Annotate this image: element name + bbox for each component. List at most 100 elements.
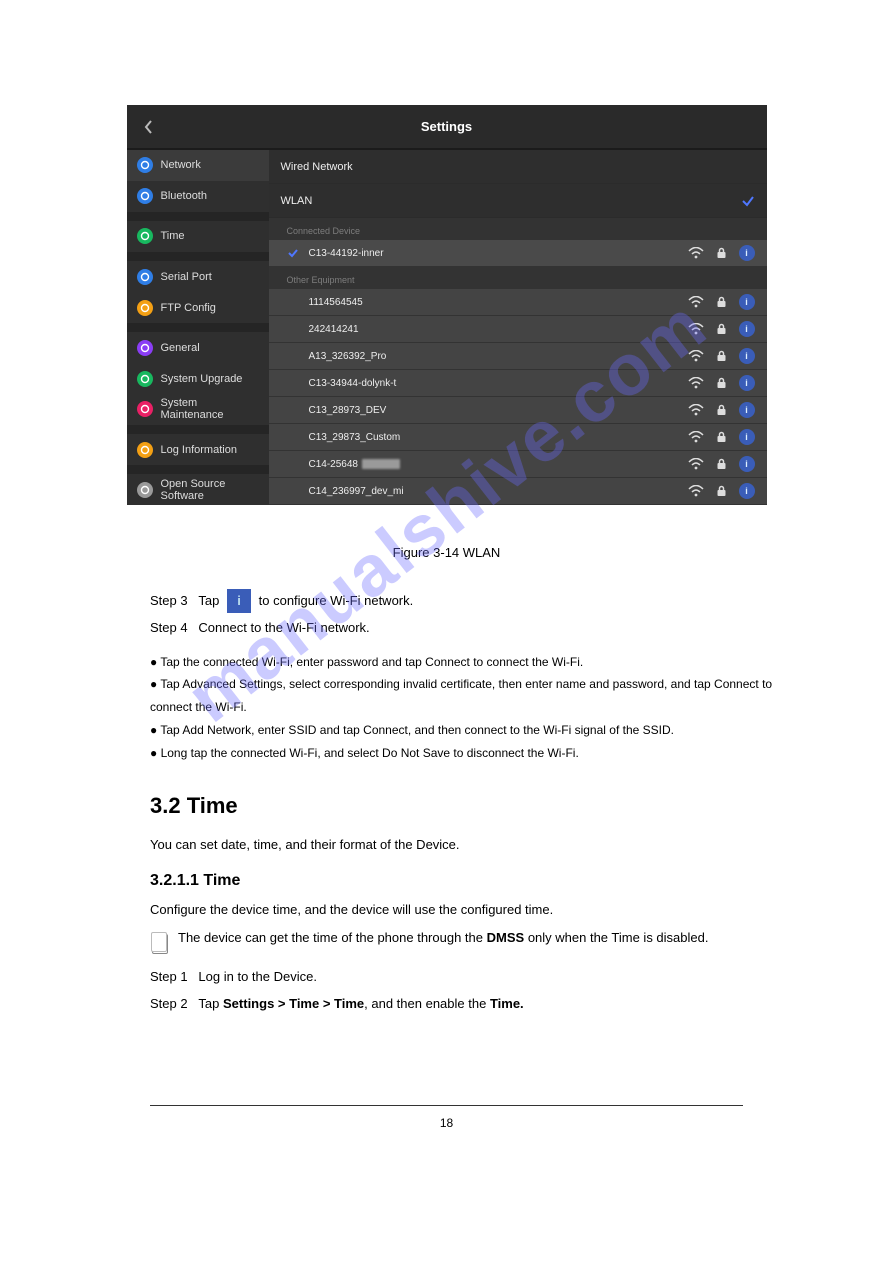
wifi-row-connected[interactable]: C13-44192-inner i	[269, 240, 767, 267]
sidebar-item-serial-port[interactable]: Serial Port	[127, 261, 269, 292]
wifi-icon	[688, 458, 704, 470]
wifi-status-icons: i	[688, 348, 755, 364]
sidebar-divider	[127, 323, 269, 332]
time-step-2-post: , and then enable the	[364, 996, 486, 1011]
shot-header: Settings	[127, 105, 767, 150]
chevron-left-icon	[144, 120, 154, 134]
wifi-status-icons: i	[688, 294, 755, 310]
wifi-name: 242414241	[309, 324, 680, 335]
wifi-info-icon[interactable]: i	[739, 245, 755, 261]
network-option-wlan[interactable]: WLAN	[269, 184, 767, 218]
bt-icon	[137, 188, 153, 204]
note-bold: DMSS	[487, 930, 525, 945]
sidebar-divider	[127, 252, 269, 261]
port-icon	[137, 269, 153, 285]
step-4-bullets: ● Tap the connected Wi-Fi, enter passwor…	[150, 651, 803, 765]
wifi-row[interactable]: C13_28973_DEVi	[269, 397, 767, 424]
sidebar-item-system-maintenance[interactable]: System Maintenance	[127, 394, 269, 425]
time-step-2-pre: Step 2 Tap	[150, 996, 219, 1011]
sidebar-divider	[127, 212, 269, 221]
step-3-post: to configure Wi-Fi network.	[259, 593, 414, 608]
wifi-info-icon[interactable]: i	[739, 456, 755, 472]
page-number: 18	[90, 1116, 803, 1130]
sidebar-item-open-source-software[interactable]: Open Source Software	[127, 474, 269, 505]
network-option-wired-network[interactable]: Wired Network	[269, 150, 767, 184]
note-bullet: ● Tap the connected Wi-Fi, enter passwor…	[150, 651, 803, 674]
note-bullet: ● Tap Add Network, enter SSID and tap Co…	[150, 719, 803, 742]
wifi-row[interactable]: 242414241 i	[269, 316, 767, 343]
oss-icon	[137, 482, 153, 498]
wifi-row[interactable]: C14-25648 i	[269, 451, 767, 478]
wifi-row[interactable]: 1114564545 i	[269, 289, 767, 316]
back-button[interactable]	[127, 105, 172, 149]
time-step-1: Step 1 Log in to the Device.	[150, 966, 803, 988]
wifi-info-icon[interactable]: i	[739, 321, 755, 337]
wifi-status-icons: i	[688, 321, 755, 337]
sidebar-item-time[interactable]: Time	[127, 221, 269, 252]
sidebar-divider	[127, 465, 269, 474]
lock-icon	[716, 404, 727, 416]
wifi-status-icons: i	[688, 456, 755, 472]
heading-time-sub: You can set date, time, and their format…	[150, 837, 803, 852]
note-text: The device can get the time of the phone…	[178, 930, 483, 945]
sidebar-item-general[interactable]: General	[127, 332, 269, 363]
wifi-row[interactable]: C13_29873_Custom i	[269, 424, 767, 451]
wifi-name: 1114564545	[309, 297, 680, 308]
sidebar-item-label: Serial Port	[161, 271, 212, 283]
wifi-info-icon[interactable]: i	[739, 402, 755, 418]
wifi-status-icons: i	[688, 483, 755, 499]
sidebar-item-ftp-config[interactable]: FTP Config	[127, 292, 269, 323]
figure-caption: Figure 3-14 WLAN	[90, 545, 803, 560]
wifi-name: C14-25648	[309, 459, 680, 470]
connected-section-label: Connected Device	[269, 218, 767, 240]
footer-rule	[150, 1105, 743, 1106]
step-3: Step 3 Tap i to configure Wi-Fi network.	[150, 590, 803, 613]
log-icon	[137, 442, 153, 458]
lock-icon	[716, 350, 727, 362]
sidebar-item-label: Network	[161, 159, 201, 171]
wifi-name: C13-34944-dolynk-t	[309, 378, 680, 389]
wifi-info-icon[interactable]: i	[739, 348, 755, 364]
sidebar-item-system-upgrade[interactable]: System Upgrade	[127, 363, 269, 394]
sidebar-divider	[127, 425, 269, 434]
wifi-row[interactable]: C14_236997_dev_mii	[269, 478, 767, 505]
wifi-icon	[688, 404, 704, 416]
check-icon	[741, 194, 755, 208]
wifi-row[interactable]: C13-34944-dolynk-t i	[269, 370, 767, 397]
sidebar-item-log-information[interactable]: Log Information	[127, 434, 269, 465]
sidebar-item-label: System Maintenance	[161, 397, 259, 421]
sidebar-item-network[interactable]: Network	[127, 150, 269, 181]
wifi-icon	[688, 247, 704, 259]
lock-icon	[716, 247, 727, 259]
lock-icon	[716, 323, 727, 335]
network-option-label: Wired Network	[281, 161, 353, 173]
note-icon	[150, 930, 170, 956]
sidebar-item-bluetooth[interactable]: Bluetooth	[127, 181, 269, 212]
sidebar-item-label: Time	[161, 230, 185, 242]
time-step-2-mid: Settings > Time > Time	[223, 996, 364, 1011]
sidebar-item-label: Open Source Software	[161, 478, 259, 502]
wifi-info-icon[interactable]: i	[739, 294, 755, 310]
lock-icon	[716, 458, 727, 470]
wifi-info-icon[interactable]: i	[739, 429, 755, 445]
wifi-name: C13-44192-inner	[309, 248, 680, 259]
gen-icon	[137, 340, 153, 356]
wifi-status-icons: i	[688, 375, 755, 391]
wifi-info-icon[interactable]: i	[739, 375, 755, 391]
wifi-icon	[688, 323, 704, 335]
sidebar-item-label: Bluetooth	[161, 190, 207, 202]
step-3-pre: Step 3 Tap	[150, 593, 219, 608]
shot-title: Settings	[127, 119, 767, 134]
time-step-2: Step 2 Tap Settings > Time > Time, and t…	[150, 993, 803, 1015]
wifi-row[interactable]: A13_326392_Proi	[269, 343, 767, 370]
heading-time: 3.2 Time	[150, 793, 803, 819]
lock-icon	[716, 296, 727, 308]
info-icon: i	[227, 589, 251, 613]
lock-icon	[716, 377, 727, 389]
up-icon	[137, 371, 153, 387]
step-4: Step 4 Connect to the Wi-Fi network.	[150, 617, 803, 639]
wifi-name: C13_29873_Custom	[309, 432, 680, 443]
lock-icon	[716, 485, 727, 497]
time-paragraph: Configure the device time, and the devic…	[150, 900, 803, 921]
wifi-info-icon[interactable]: i	[739, 483, 755, 499]
